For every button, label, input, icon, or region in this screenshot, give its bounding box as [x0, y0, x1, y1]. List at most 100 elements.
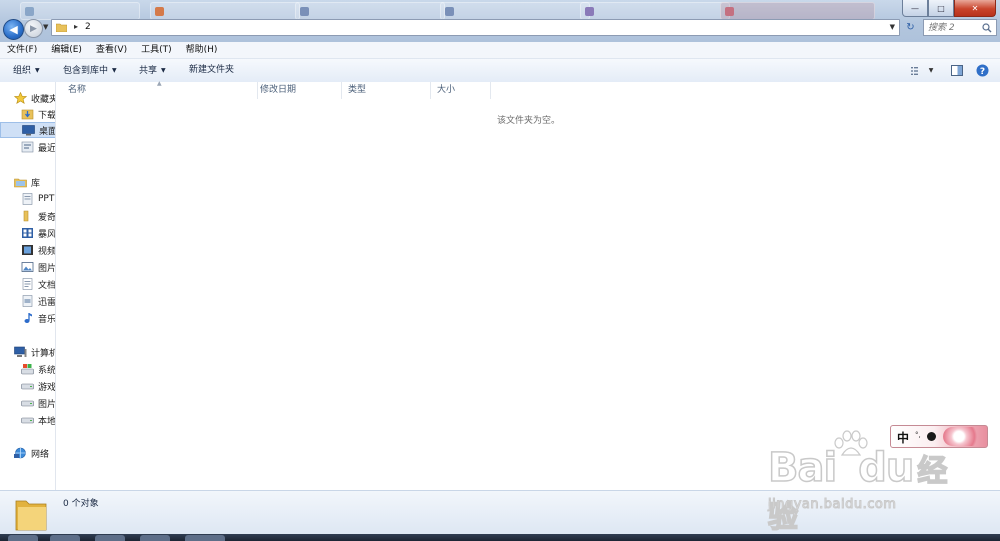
- help-button[interactable]: ?: [974, 63, 990, 78]
- nav-library-item[interactable]: 文档: [21, 276, 56, 292]
- recent-pages-dropdown[interactable]: ▼: [43, 23, 48, 31]
- forward-arrow-icon: ▶: [30, 23, 37, 34]
- preview-pane-icon: [951, 65, 963, 76]
- column-header-size[interactable]: 大小: [431, 82, 491, 99]
- breadcrumb-current[interactable]: 2: [85, 22, 91, 32]
- back-button[interactable]: ◀: [3, 19, 24, 40]
- forward-button[interactable]: ▶: [24, 19, 43, 38]
- nav-library-item[interactable]: 迅雷: [21, 293, 55, 309]
- ime-mode-indicator[interactable]: 中: [897, 429, 909, 446]
- nav-library-item[interactable]: 暴风: [21, 225, 55, 241]
- nav-item-label: 文档: [38, 280, 56, 291]
- desktop-icon: [22, 125, 35, 136]
- column-header-date-modified[interactable]: 修改日期: [254, 82, 342, 99]
- search-input[interactable]: [928, 21, 978, 34]
- nav-libraries[interactable]: 库: [14, 174, 40, 190]
- dropdown-arrow-icon: ▼: [35, 67, 40, 74]
- empty-folder-message: 该文件夹为空。: [497, 116, 561, 126]
- dropdown-arrow-icon: ▼: [161, 67, 166, 74]
- nav-computer[interactable]: 计算机: [14, 344, 56, 360]
- watermark-brand-part: du: [857, 444, 915, 492]
- nav-network[interactable]: 网络: [14, 445, 49, 461]
- organize-button[interactable]: 组织 ▼: [13, 59, 40, 83]
- start-button[interactable]: [8, 535, 38, 541]
- nav-library-item[interactable]: 音乐: [21, 310, 56, 326]
- ime-punctuation-indicator[interactable]: °,: [915, 431, 921, 439]
- maximize-button[interactable]: □: [928, 0, 954, 17]
- nav-item-recent[interactable]: 最近: [21, 139, 55, 155]
- recent-places-icon: [21, 141, 34, 153]
- pictures-icon: [21, 262, 34, 272]
- new-folder-button[interactable]: 新建文件夹: [189, 59, 234, 82]
- item-count: 0 个对象: [63, 499, 99, 509]
- menu-bar: 文件(F) 编辑(E) 查看(V) 工具(T) 帮助(H): [0, 42, 1000, 59]
- music-note-icon: [24, 313, 32, 323]
- organize-label: 组织: [13, 66, 32, 76]
- include-in-library-button[interactable]: 包含到库中 ▼: [63, 59, 117, 83]
- background-taskbar-tab: [295, 2, 445, 20]
- background-taskbar-tab: [150, 2, 300, 20]
- computer-icon: [14, 346, 27, 357]
- nav-item-label: 音乐: [38, 314, 56, 325]
- background-taskbar-tab: [440, 2, 590, 20]
- thunder-download-icon: [22, 295, 33, 307]
- nav-favorites[interactable]: 收藏夹: [14, 90, 56, 106]
- nav-library-item[interactable]: 图片: [21, 259, 56, 275]
- address-bar[interactable]: ▸ 2 ▼: [51, 19, 900, 36]
- refresh-button[interactable]: ↻: [902, 19, 919, 36]
- nav-item-desktop[interactable]: 桌面: [0, 122, 55, 138]
- nav-drive-item[interactable]: 游戏: [21, 378, 55, 394]
- star-icon: [14, 92, 27, 104]
- taskbar-app-button[interactable]: [140, 535, 170, 541]
- column-header-type[interactable]: 类型: [342, 82, 431, 99]
- nav-library-item[interactable]: PPT: [21, 191, 54, 207]
- watermark-brand-part: Bai: [767, 444, 838, 492]
- nav-item-label: 图片: [38, 263, 56, 274]
- drive-icon: [21, 417, 34, 424]
- menu-edit[interactable]: 编辑(E): [44, 42, 89, 58]
- dropdown-arrow-icon: ▼: [112, 67, 117, 74]
- drive-icon: [21, 383, 34, 390]
- change-view-button[interactable]: ▼: [908, 63, 936, 78]
- nav-drive-item[interactable]: 本地: [21, 412, 55, 428]
- folder-icon: [56, 23, 67, 32]
- search-box[interactable]: [923, 19, 997, 36]
- breadcrumb-separator-icon[interactable]: ▸: [74, 22, 78, 31]
- address-history-dropdown[interactable]: ▼: [890, 23, 895, 31]
- nav-library-item[interactable]: 爱奇: [21, 208, 56, 224]
- system-drive-icon: [21, 364, 34, 375]
- back-arrow-icon: ◀: [9, 23, 18, 36]
- video-library-icon: [22, 228, 33, 238]
- nav-drive-item[interactable]: 图片: [21, 395, 55, 411]
- menu-view[interactable]: 查看(V): [89, 42, 134, 58]
- nav-drive-item[interactable]: 系统: [21, 361, 55, 377]
- taskbar-app-button[interactable]: [50, 535, 80, 541]
- view-list-icon: [910, 66, 918, 75]
- film-icon: [22, 245, 33, 255]
- menu-tools[interactable]: 工具(T): [134, 42, 179, 58]
- menu-help[interactable]: 帮助(H): [179, 42, 225, 58]
- ime-moon-icon[interactable]: [927, 432, 936, 441]
- column-header-name[interactable]: 名称: [62, 82, 258, 99]
- dropdown-arrow-icon: ▼: [928, 67, 934, 74]
- minimize-button[interactable]: —: [902, 0, 928, 17]
- menu-file[interactable]: 文件(F): [0, 42, 44, 58]
- documents-icon: [22, 278, 33, 290]
- preview-pane-button[interactable]: [949, 63, 965, 78]
- library-doc-icon: [22, 193, 33, 205]
- taskbar-app-button[interactable]: [95, 535, 125, 541]
- svg-text:?: ?: [979, 67, 984, 77]
- nav-item-label: 爱奇: [38, 212, 56, 223]
- downloads-folder-icon: [21, 109, 34, 120]
- command-bar: 组织 ▼ 包含到库中 ▼ 共享 ▼ 新建文件夹 ▼ ?: [0, 59, 1000, 83]
- taskbar-app-button[interactable]: [185, 535, 225, 541]
- close-button[interactable]: ✕: [954, 0, 996, 17]
- nav-item-downloads[interactable]: 下载: [21, 106, 55, 122]
- nav-favorites-label: 收藏夹: [31, 94, 56, 105]
- share-label: 共享: [139, 66, 158, 76]
- search-icon[interactable]: [982, 23, 992, 33]
- baidu-watermark: Bai du 经验 jingyan.baidu.com: [767, 430, 958, 536]
- nav-computer-label: 计算机: [31, 348, 56, 359]
- drive-icon: [21, 400, 34, 407]
- nav-library-item[interactable]: 视频: [21, 242, 55, 258]
